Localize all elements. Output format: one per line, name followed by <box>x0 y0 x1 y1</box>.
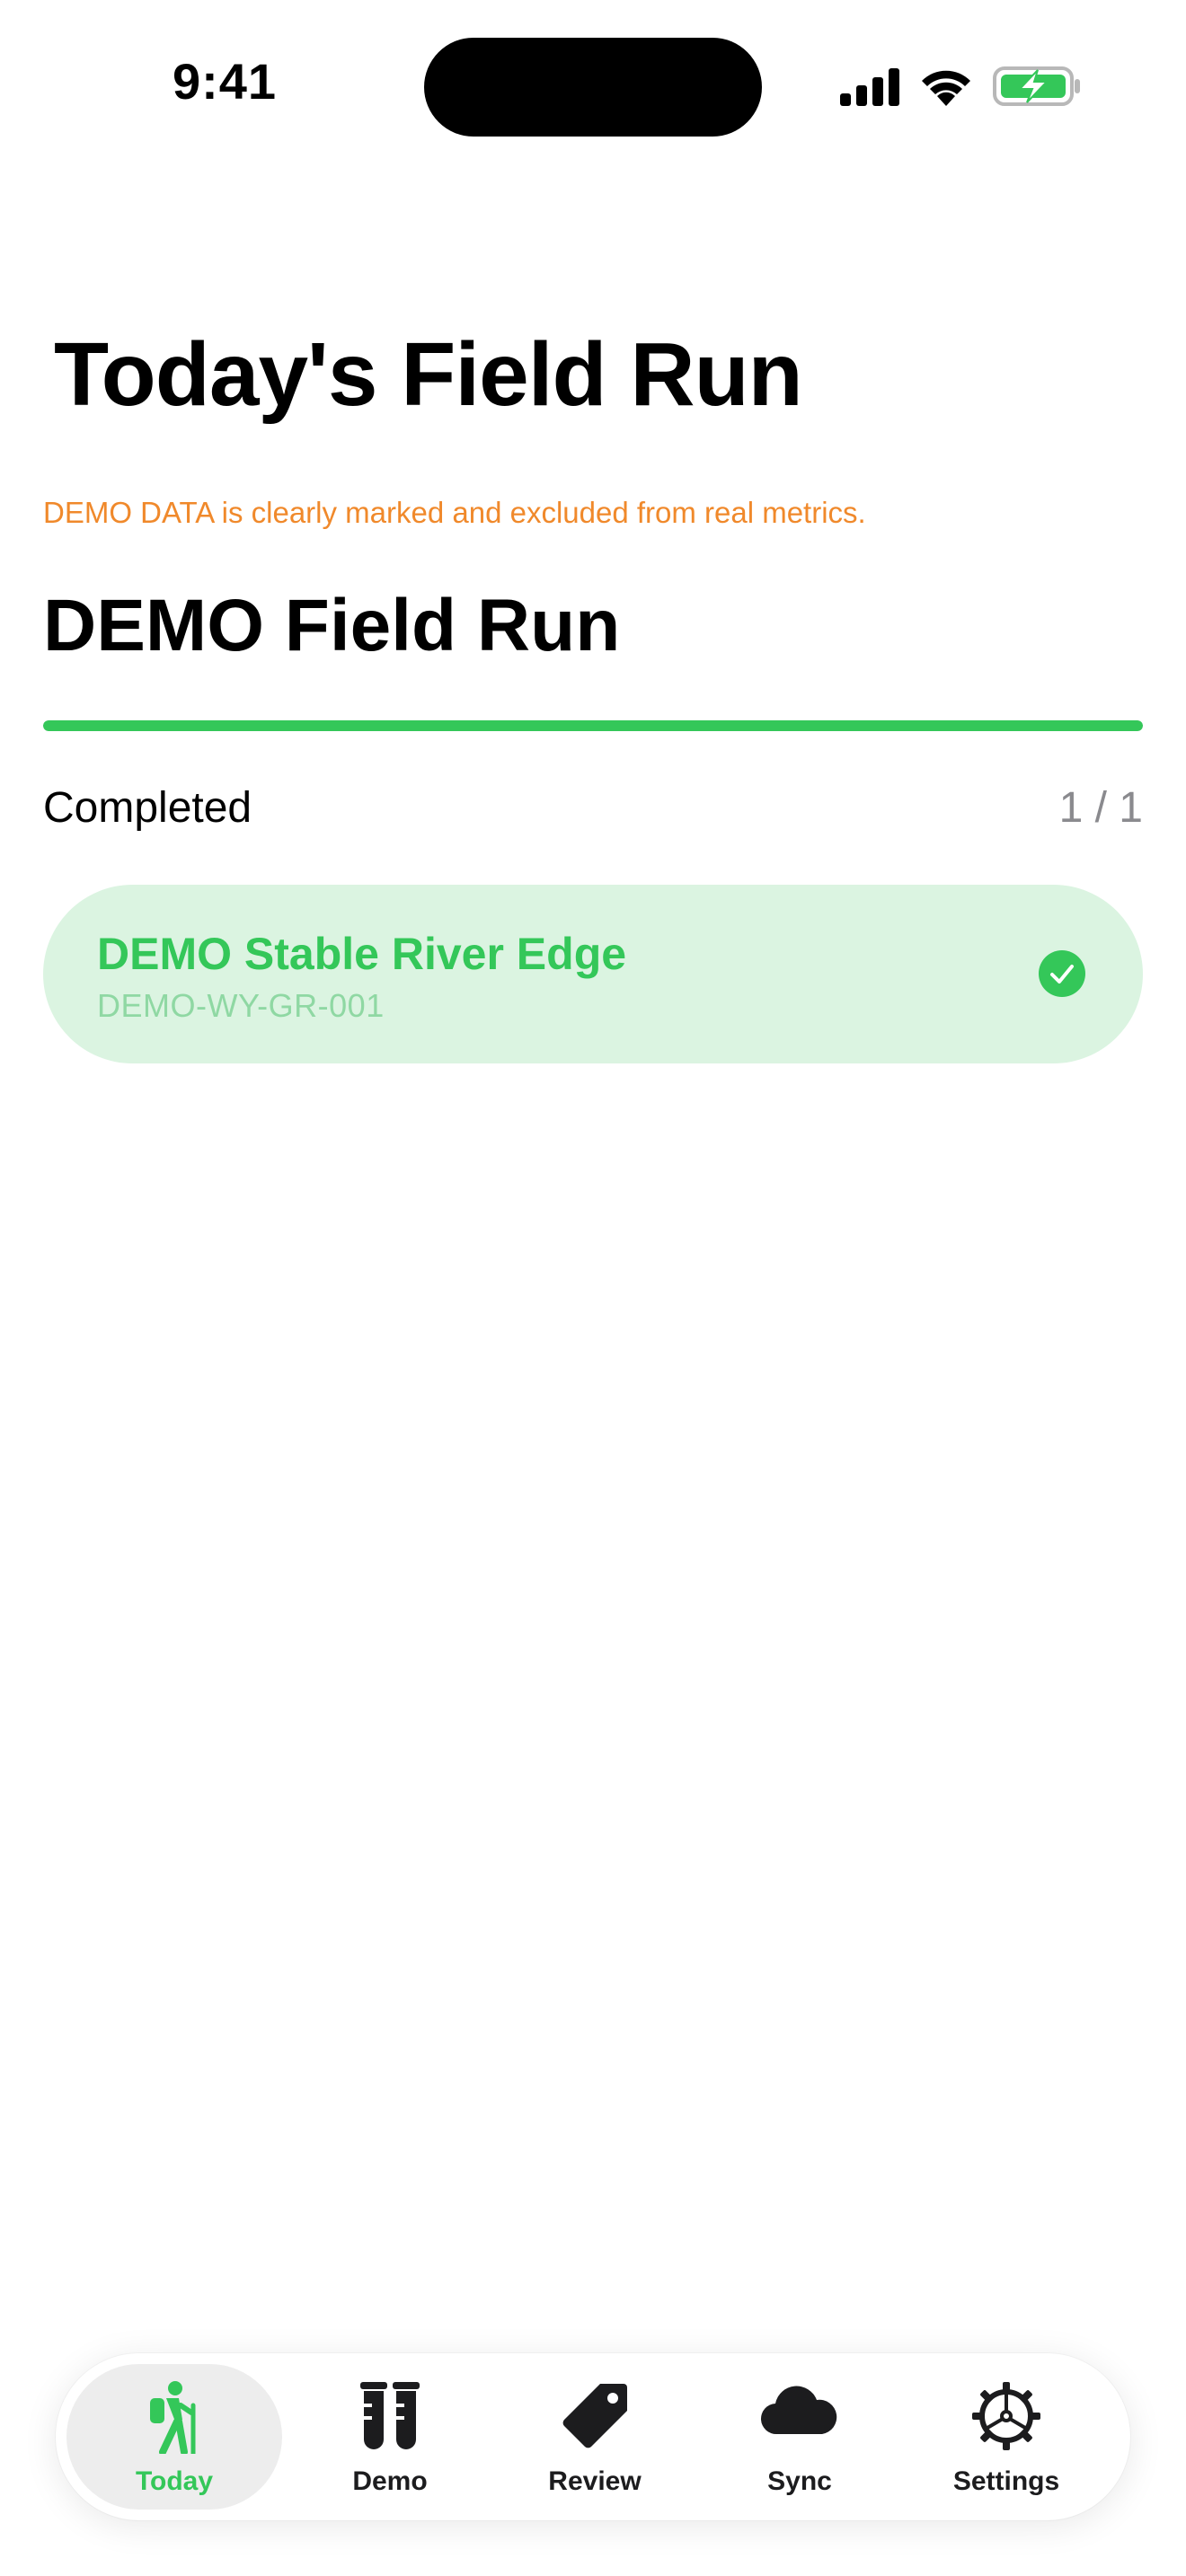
tag-icon <box>562 2384 627 2448</box>
tab-today-label: Today <box>135 2466 214 2496</box>
run-status-row: Completed 1 / 1 <box>43 783 1143 837</box>
checkmark-circle-icon <box>1039 950 1085 997</box>
run-completed-count: 1 / 1 <box>1058 784 1143 832</box>
demo-data-notice: DEMO DATA is clearly marked and excluded… <box>43 496 866 529</box>
site-card[interactable]: DEMO Stable River Edge DEMO-WY-GR-001 <box>43 885 1143 1063</box>
tab-sync-label: Sync <box>767 2466 832 2496</box>
run-status-label: Completed <box>43 784 252 832</box>
gear-icon <box>972 2382 1040 2450</box>
page-title: Today's Field Run <box>54 324 803 425</box>
screen: 9:41 Today's Field Run DEMO DATA is clea… <box>0 0 1186 2576</box>
battery-charging-icon <box>993 66 1080 106</box>
status-icons <box>840 63 1083 108</box>
hiking-icon <box>150 2381 196 2454</box>
tab-settings-label: Settings <box>952 2466 1060 2496</box>
tab-sync[interactable]: Sync <box>692 2364 907 2510</box>
tab-bar: Today Demo Review Sync Settings <box>56 2353 1130 2520</box>
status-time: 9:41 <box>172 53 278 110</box>
site-code: DEMO-WY-GR-001 <box>97 987 385 1024</box>
cellular-signal-icon <box>840 68 899 106</box>
tab-review-label: Review <box>548 2466 642 2496</box>
run-progress-bar <box>43 720 1143 731</box>
cloud-icon <box>760 2386 837 2435</box>
wifi-icon <box>922 70 970 106</box>
site-name: DEMO Stable River Edge <box>97 929 627 979</box>
test-tubes-icon <box>360 2382 420 2449</box>
tab-review[interactable]: Review <box>487 2364 703 2510</box>
run-title: DEMO Field Run <box>43 585 621 666</box>
tab-settings[interactable]: Settings <box>898 2364 1114 2510</box>
tab-demo[interactable]: Demo <box>282 2364 498 2510</box>
tab-today[interactable]: Today <box>66 2364 282 2510</box>
tab-demo-label: Demo <box>352 2466 428 2496</box>
dynamic-island <box>424 38 762 137</box>
run-progress-fill <box>43 720 1143 731</box>
